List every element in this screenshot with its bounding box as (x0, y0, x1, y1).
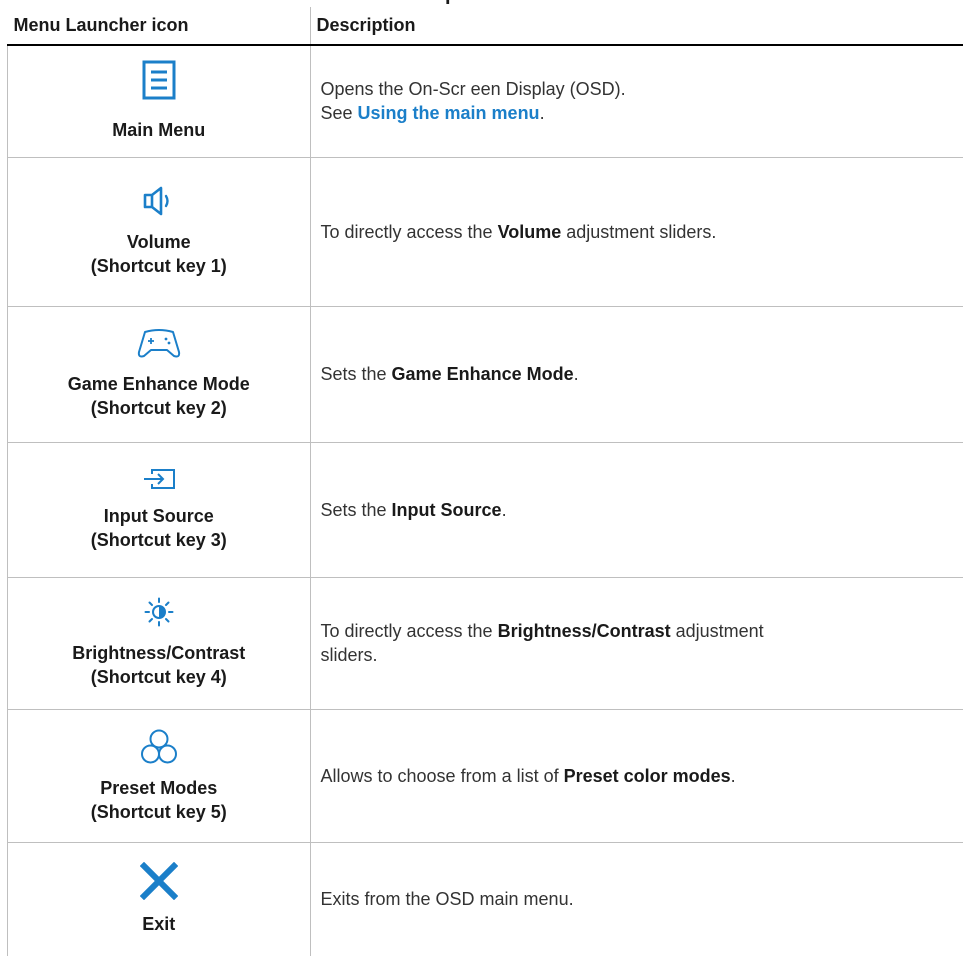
icon-label-input-source: Input Source (8, 504, 310, 528)
description-see: See (321, 103, 358, 123)
icon-label-game-enhance: Game Enhance Mode (8, 372, 310, 396)
table-row: Volume (Shortcut key 1) To directly acce… (8, 157, 963, 306)
description-bold: Brightness/Contrast (498, 621, 671, 641)
description-punctuation: . (540, 103, 545, 123)
table-row: Input Source (Shortcut key 3) Sets the I… (8, 442, 963, 577)
icon-cell: Main Menu (8, 45, 311, 157)
description-text-after: . (731, 766, 736, 786)
icon-label-shortcut: (Shortcut key 5) (8, 800, 310, 824)
description-text-after: . (574, 364, 579, 384)
table-row: Preset Modes (Shortcut key 5) Allows to … (8, 709, 963, 842)
icon-label-shortcut: (Shortcut key 3) (8, 528, 310, 552)
icon-cell: Preset Modes (Shortcut key 5) (8, 709, 311, 842)
menu-launcher-table: Menu Launcher icon Description Mai (7, 7, 963, 956)
document-page: p Menu Launcher icon Description (0, 0, 963, 939)
icon-cell: Game Enhance Mode (Shortcut key 2) (8, 306, 311, 442)
description-text: To directly access the (321, 621, 498, 641)
description-bold: Preset color modes (564, 766, 731, 786)
exit-icon (8, 862, 310, 900)
icon-label-preset-modes: Preset Modes (8, 776, 310, 800)
description-text-after: adjustment (671, 621, 764, 641)
input-source-icon (8, 468, 310, 490)
header-menu-launcher-icon: Menu Launcher icon (8, 7, 311, 45)
icon-label-exit: Exit (8, 912, 310, 936)
page-title-fragment: p (445, 0, 525, 4)
description-text-line2: sliders. (321, 645, 378, 665)
brightness-contrast-icon (8, 597, 310, 627)
icon-label-shortcut: (Shortcut key 2) (8, 396, 310, 420)
icon-label-brightness-contrast: Brightness/Contrast (8, 641, 310, 665)
using-main-menu-link[interactable]: Using the main menu (358, 103, 540, 123)
header-description: Description (310, 7, 963, 45)
description-cell: To directly access the Brightness/Contra… (310, 577, 963, 709)
description-text: Sets the (321, 364, 392, 384)
description-text: Opens the On-Scr een Display (OSD). (321, 79, 626, 99)
description-bold: Input Source (392, 500, 502, 520)
preset-modes-icon (8, 728, 310, 766)
description-cell: Sets the Game Enhance Mode. (310, 306, 963, 442)
icon-label-main-menu: Main Menu (8, 118, 310, 142)
description-text: Sets the (321, 500, 392, 520)
game-controller-icon (8, 328, 310, 360)
description-cell: Allows to choose from a list of Preset c… (310, 709, 963, 842)
volume-icon (8, 186, 310, 216)
description-cell: Opens the On-Scr een Display (OSD). See … (310, 45, 963, 157)
icon-cell: Volume (Shortcut key 1) (8, 157, 311, 306)
description-cell: Sets the Input Source. (310, 442, 963, 577)
table-header-row: Menu Launcher icon Description (8, 7, 963, 45)
table-row: Brightness/Contrast (Shortcut key 4) To … (8, 577, 963, 709)
description-text-after: adjustment sliders. (561, 222, 716, 242)
icon-label-shortcut: (Shortcut key 1) (8, 254, 310, 278)
description-text: To directly access the (321, 222, 498, 242)
table-row: Game Enhance Mode (Shortcut key 2) Sets … (8, 306, 963, 442)
description-bold: Game Enhance Mode (392, 364, 574, 384)
description-cell: To directly access the Volume adjustment… (310, 157, 963, 306)
icon-label-volume: Volume (8, 230, 310, 254)
description-bold: Volume (498, 222, 562, 242)
page-title-text: p (445, 0, 525, 4)
description-text-after: . (502, 500, 507, 520)
description-text: Allows to choose from a list of (321, 766, 564, 786)
description-text: Exits from the OSD main menu. (321, 889, 574, 909)
main-menu-icon (8, 60, 310, 100)
icon-cell: Brightness/Contrast (Shortcut key 4) (8, 577, 311, 709)
table-row: Main Menu Opens the On-Scr een Display (… (8, 45, 963, 157)
icon-cell: Input Source (Shortcut key 3) (8, 442, 311, 577)
icon-label-shortcut: (Shortcut key 4) (8, 665, 310, 689)
